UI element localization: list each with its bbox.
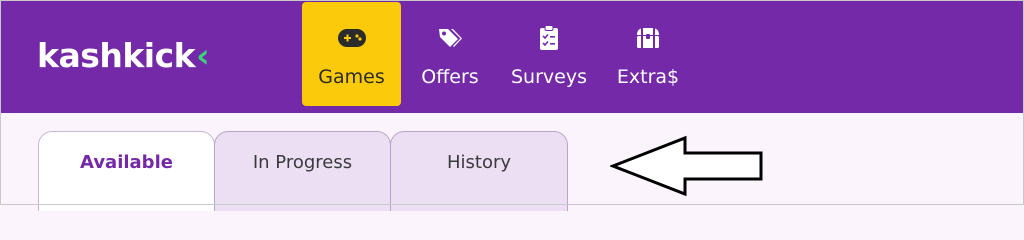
nav-item-offers[interactable]: Offers [410, 2, 490, 106]
tab-available[interactable]: Available [38, 131, 215, 211]
logo-accent-chevron: ‹ [196, 36, 210, 75]
nav-label-offers: Offers [421, 66, 479, 88]
tags-icon [437, 24, 463, 52]
treasure-chest-icon [635, 24, 661, 52]
tab-in-progress[interactable]: In Progress [214, 131, 391, 211]
top-navigation-bar: kashkick‹ Games Offers Surveys Extra$ [0, 0, 1024, 113]
offer-status-tabs: Available In Progress History [0, 113, 1024, 211]
gamepad-icon [337, 24, 367, 52]
nav-item-extra[interactable]: Extra$ [604, 2, 692, 106]
tab-label-history: History [446, 152, 512, 173]
nav-item-games[interactable]: Games [302, 2, 401, 106]
tab-label-in-progress: In Progress [252, 152, 353, 173]
clipboard-check-icon [539, 24, 559, 52]
nav-label-surveys: Surveys [511, 66, 587, 88]
nav-label-extra: Extra$ [616, 66, 680, 88]
tab-label-available: Available [80, 152, 173, 173]
logo-text: kashkick [37, 36, 196, 75]
nav-label-games: Games [318, 66, 385, 88]
tab-history[interactable]: History [390, 131, 568, 211]
nav-item-surveys[interactable]: Surveys [503, 2, 595, 106]
kashkick-logo[interactable]: kashkick‹ [37, 36, 210, 76]
left-arrow-annotation-icon [608, 135, 765, 201]
